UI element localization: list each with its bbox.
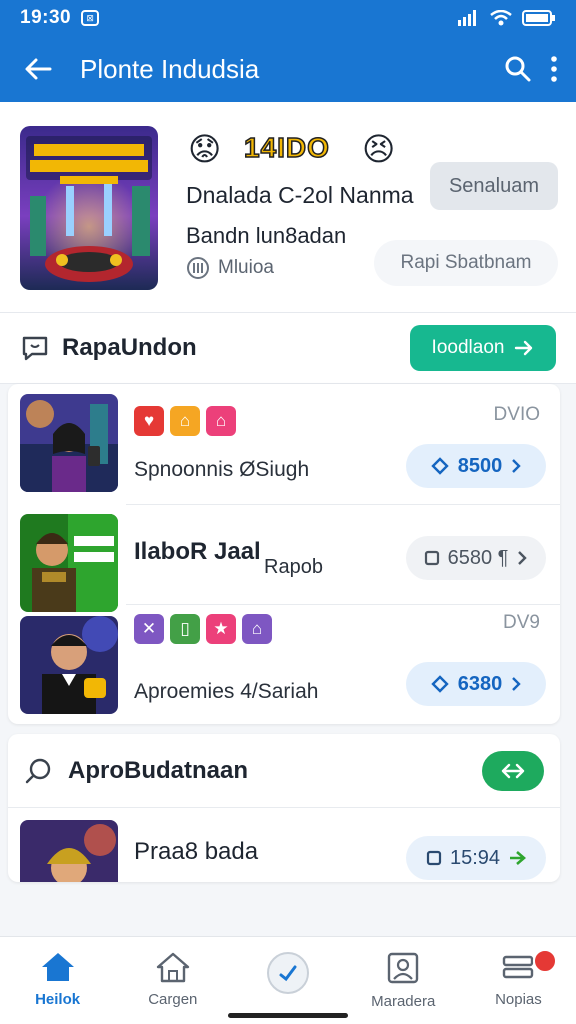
game-cover-art: [20, 126, 158, 290]
square-icon: [424, 550, 439, 566]
row-text: Aproemies 4/Sariah: [134, 680, 319, 703]
tag-group: ♥ ⌂ ⌂: [134, 406, 242, 436]
search-bubble-icon: [25, 758, 51, 783]
annoyed-face-icon: 😣: [362, 131, 396, 167]
recommendation-card: AproBudatnaan Praa8 bada 15:94: [8, 734, 560, 882]
worried-face-icon: 😟: [188, 131, 222, 167]
game-list: ♥ ⌂ ⌂ DVIO Spnoonnis ØSiugh 8500 IlaboR …: [8, 384, 560, 724]
price-value: 6580 ¶: [447, 546, 509, 569]
price-button[interactable]: 6380: [406, 662, 546, 706]
section-action-label: Ioodlaon: [431, 337, 505, 358]
section-title: RapaUndon: [62, 334, 197, 361]
signal-icon: [458, 10, 476, 26]
nav-item-nopias[interactable]: Nopias: [461, 937, 576, 1024]
grid-circle-icon: [187, 257, 209, 279]
check-circle-icon: [267, 952, 309, 994]
price-button[interactable]: 8500: [406, 444, 546, 488]
wifi-icon: [490, 10, 512, 26]
list-item[interactable]: Praa8 bada 15:94: [8, 808, 560, 882]
section-header: RapaUndon Ioodlaon: [0, 312, 576, 384]
row-title: IlaboR Jaal: [134, 538, 261, 565]
hero-meta-label: Mluioa: [218, 257, 274, 278]
shop-tag-icon: ⌂: [170, 406, 200, 436]
back-button[interactable]: [18, 49, 58, 89]
square-icon: [426, 850, 442, 866]
hero-primary-button[interactable]: Senaluam: [430, 162, 558, 210]
chevron-right-icon: [512, 677, 521, 691]
app-bar: Plonte Indudsia: [0, 36, 576, 102]
hero-meta: Mluioa: [186, 256, 274, 280]
notification-badge: [532, 949, 557, 973]
nav-item-maradera[interactable]: Maradera: [346, 937, 461, 1024]
sparkle-icon: [510, 851, 527, 865]
chat-bubble-icon: [22, 336, 48, 361]
ticket-icon: [431, 675, 449, 693]
status-icons: [458, 10, 556, 26]
bottom-navigation: Heilok Cargen Maradera Nopias: [0, 936, 576, 1024]
card-title: AproBudatnaan: [68, 756, 248, 784]
list-item[interactable]: ✕ ▯ ★ ⌂ DV9 Aproemies 4/Sariah 6380: [8, 606, 560, 716]
nav-label: Cargen: [148, 991, 198, 1008]
row-subtitle: Rapob: [264, 556, 323, 578]
price-value: 6380: [457, 672, 503, 695]
divider: [126, 604, 560, 605]
hero-title: Dnalada C-2ol Nanma: [186, 182, 414, 208]
nav-item-center[interactable]: [230, 937, 345, 1024]
notification-icon: ⊠: [81, 10, 100, 26]
tag-group: ✕ ▯ ★ ⌂: [134, 614, 278, 644]
price-button[interactable]: 6580 ¶: [406, 536, 546, 580]
cross-tag-icon: ✕: [134, 614, 164, 644]
ticket-icon: [431, 457, 449, 475]
chevron-right-icon: [512, 459, 521, 473]
status-time: 19:30: [20, 7, 72, 28]
list-item[interactable]: IlaboR Jaal Rapob 6580 ¶: [8, 504, 560, 614]
status-bar: 19:30 ⊠: [0, 0, 576, 36]
game-thumbnail: [20, 394, 118, 492]
hero-subtitle: Bandn lun8adan: [186, 223, 347, 248]
list-item[interactable]: ♥ ⌂ ⌂ DVIO Spnoonnis ØSiugh 8500: [8, 384, 560, 494]
store-tag-icon: ⌂: [242, 614, 272, 644]
store-tag-icon: ⌂: [206, 406, 236, 436]
nav-item-cargen[interactable]: Cargen: [115, 937, 230, 1024]
game-thumbnail: [20, 820, 118, 882]
chevron-right-icon: [518, 551, 528, 565]
section-action-button[interactable]: Ioodlaon: [410, 325, 556, 371]
house-outline-icon: [156, 952, 189, 983]
game-thumbnail: [20, 616, 118, 714]
hero-secondary-button[interactable]: Rapi Sbatbnam: [374, 240, 558, 286]
price-value: 8500: [457, 454, 503, 477]
home-indicator: [228, 1013, 348, 1018]
swap-arrows-icon: [501, 763, 525, 778]
price-button[interactable]: 15:94: [406, 836, 546, 880]
row-title: Praa8 bada: [134, 838, 259, 865]
nav-label: Maradera: [371, 993, 436, 1010]
card-tag-icon: ▯: [170, 614, 200, 644]
more-vert-icon[interactable]: [550, 56, 558, 82]
home-icon: [41, 953, 74, 981]
row-corner-label: DVIO: [493, 404, 540, 425]
row-corner-label: DV9: [503, 612, 540, 633]
battery-icon: [522, 10, 555, 26]
game-thumbnail: [20, 514, 118, 612]
arrow-left-icon: [25, 58, 52, 80]
featured-game-card[interactable]: 😟 14IDO 😣 Dnalada C-2ol Nanma Bandn lun8…: [0, 102, 576, 312]
heart-tag-icon: ♥: [134, 406, 164, 436]
price-value: 15:94: [449, 846, 501, 869]
swap-button[interactable]: [482, 750, 544, 791]
hero-score: 14IDO: [243, 131, 330, 164]
page-title: Plonte Indudsia: [80, 53, 260, 84]
arrow-right-icon: [515, 340, 533, 356]
star-tag-icon: ★: [206, 614, 236, 644]
profile-frame-icon: [388, 952, 419, 984]
nav-item-home[interactable]: Heilok: [0, 937, 115, 1024]
nav-label: Nopias: [495, 991, 542, 1008]
search-icon[interactable]: [504, 55, 532, 83]
card-header: AproBudatnaan: [8, 734, 560, 808]
notifications-icon: [503, 955, 534, 979]
nav-label: Heilok: [35, 991, 81, 1008]
row-text: Spnoonnis ØSiugh: [134, 458, 310, 481]
